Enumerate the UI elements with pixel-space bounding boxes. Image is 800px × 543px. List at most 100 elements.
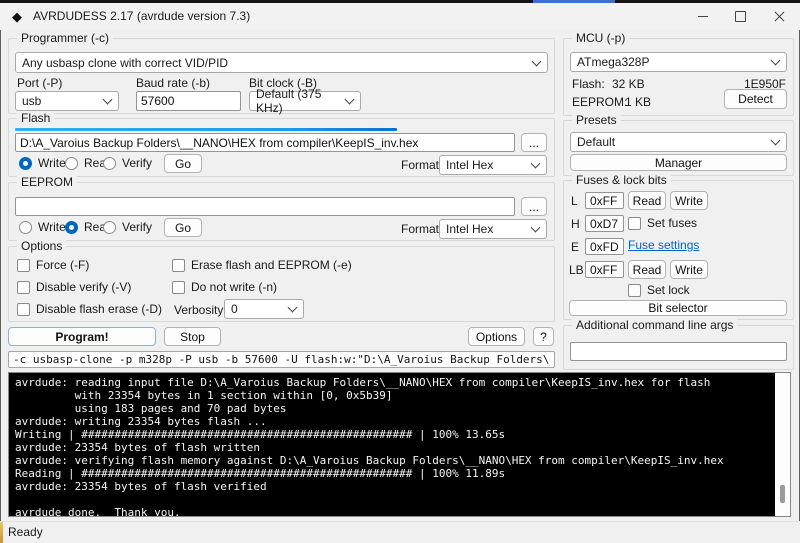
bit-clock-select[interactable]: Default (375 KHz)	[249, 87, 361, 115]
mcu-select[interactable]: ATmega328P	[570, 52, 787, 72]
lockbits-input[interactable]	[585, 261, 624, 278]
minimize-button[interactable]	[688, 3, 718, 30]
checkbox-icon[interactable]	[172, 280, 185, 294]
bit-selector-button[interactable]: Bit selector	[569, 300, 787, 316]
fuse-settings-link[interactable]: Fuse settings	[628, 238, 699, 252]
eeprom-browse-button[interactable]: ...	[521, 197, 547, 216]
eeprom-format-value: Intel Hex	[446, 222, 494, 236]
flash-format-select[interactable]: Intel Hex	[439, 155, 547, 175]
eeprom-format-select[interactable]: Intel Hex	[439, 219, 547, 239]
verbosity-select[interactable]: 0	[224, 299, 304, 319]
verbosity-value: 0	[231, 302, 238, 316]
detect-label: Detect	[738, 92, 773, 106]
erase-flash-eeprom-checkbox[interactable]: Erase flash and EEPROM (-e)	[172, 258, 352, 272]
help-label: ?	[540, 329, 547, 344]
radio-icon[interactable]	[19, 156, 32, 170]
radio-icon[interactable]	[19, 220, 32, 234]
title-bar[interactable]: ◆ AVRDUDESS 2.17 (avrdude version 7.3)	[0, 3, 800, 30]
flash-verify-label: Verify	[122, 156, 153, 170]
checkbox-icon[interactable]	[628, 283, 641, 297]
mcu-group-label: MCU (-p)	[572, 31, 630, 46]
command-line-input[interactable]	[8, 351, 555, 368]
minimize-icon	[698, 16, 708, 17]
set-fuses-checkbox[interactable]: Set fuses	[628, 216, 697, 230]
manager-button[interactable]: Manager	[570, 154, 787, 171]
fuses-read-button[interactable]: Read	[628, 191, 666, 210]
go-label: Go	[174, 220, 191, 235]
lock-read-button[interactable]: Read	[628, 260, 666, 279]
mcu-group: MCU (-p) ATmega328P Flash: 32 KB 1E950F …	[563, 31, 794, 116]
programmer-select-value: Any usbasp clone with correct VID/PID	[22, 55, 229, 70]
radio-icon[interactable]	[103, 220, 116, 234]
eeprom-group: EEPROM ... Write Read Verify Go Format I…	[8, 175, 555, 241]
flash-usage-bar	[15, 128, 397, 131]
mcu-flash-size: 32 KB	[612, 77, 645, 91]
eeprom-write-radio[interactable]: Write	[19, 220, 66, 234]
do-not-write-checkbox[interactable]: Do not write (-n)	[172, 280, 277, 294]
eeprom-write-label: Write	[38, 220, 66, 234]
manager-label: Manager	[654, 155, 703, 170]
verbosity-label: Verbosity	[174, 303, 224, 317]
force-checkbox[interactable]: Force (-F)	[17, 258, 89, 272]
options-button[interactable]: Options	[468, 327, 525, 346]
console-scrollbar[interactable]	[775, 373, 790, 516]
help-button[interactable]: ?	[533, 327, 554, 346]
checkbox-icon[interactable]	[172, 258, 185, 272]
disable-flash-erase-checkbox[interactable]: Disable flash erase (-D)	[17, 302, 162, 316]
eeprom-go-button[interactable]: Go	[164, 218, 202, 237]
status-bar: Ready	[0, 521, 800, 543]
flash-go-button[interactable]: Go	[164, 154, 202, 173]
browse-ellipsis: ...	[528, 199, 539, 214]
options-group: Options Force (-F) Disable verify (-V) D…	[8, 239, 555, 322]
preset-select-value: Default	[577, 135, 616, 149]
chevron-down-icon	[531, 56, 542, 66]
flash-browse-button[interactable]: ...	[521, 133, 547, 152]
checkbox-icon[interactable]	[17, 302, 30, 316]
radio-icon[interactable]	[103, 156, 116, 170]
flash-write-label: Write	[38, 156, 66, 170]
detect-button[interactable]: Detect	[724, 89, 787, 109]
maximize-button[interactable]	[725, 3, 755, 30]
preset-select[interactable]: Default	[570, 132, 787, 152]
disable-verify-checkbox[interactable]: Disable verify (-V)	[17, 280, 131, 294]
radio-icon[interactable]	[65, 220, 78, 234]
fuse-h-label: H	[571, 217, 580, 231]
port-select[interactable]: usb	[15, 91, 119, 111]
fuses-group: Fuses & lock bits L Read Write H Set fus…	[563, 173, 794, 320]
fuses-write-button[interactable]: Write	[670, 191, 708, 210]
eeprom-file-input[interactable]	[15, 197, 515, 216]
radio-icon[interactable]	[65, 156, 78, 170]
eeprom-format-label: Format	[401, 222, 440, 236]
eeprom-verify-radio[interactable]: Verify	[103, 220, 152, 234]
programmer-select[interactable]: Any usbasp clone with correct VID/PID	[15, 52, 548, 73]
mcu-select-value: ATmega328P	[577, 55, 650, 69]
flash-write-radio[interactable]: Write	[19, 156, 66, 170]
checkbox-icon[interactable]	[628, 216, 641, 230]
options-label: Options	[475, 329, 518, 344]
extra-args-input[interactable]	[570, 342, 787, 361]
lock-write-button[interactable]: Write	[670, 260, 708, 279]
mcu-eeprom-size: 1 KB	[625, 95, 652, 109]
set-lock-checkbox[interactable]: Set lock	[628, 283, 690, 297]
fuse-l-input[interactable]	[585, 192, 624, 209]
stop-button[interactable]: Stop	[164, 327, 221, 346]
console-scrollbar-thumb[interactable]	[780, 485, 785, 503]
flash-verify-radio[interactable]: Verify	[103, 156, 152, 170]
baud-rate-input[interactable]	[136, 91, 241, 111]
maximize-icon	[734, 11, 746, 22]
close-button[interactable]	[764, 3, 794, 30]
checkbox-icon[interactable]	[17, 280, 30, 294]
fuse-e-input[interactable]	[585, 238, 624, 255]
mcu-eeprom-label: EEPROM:	[572, 95, 628, 109]
fuse-h-input[interactable]	[585, 215, 624, 232]
close-icon	[774, 11, 785, 22]
chevron-down-icon	[344, 94, 355, 105]
program-button[interactable]: Program!	[8, 327, 156, 346]
checkbox-icon[interactable]	[17, 258, 30, 272]
presets-group: Presets Default Manager	[563, 113, 794, 176]
flash-format-value: Intel Hex	[446, 158, 494, 172]
flash-file-input[interactable]	[15, 133, 515, 152]
set-fuses-label: Set fuses	[647, 216, 698, 230]
erase-flash-eeprom-label: Erase flash and EEPROM (-e)	[191, 258, 352, 272]
options-group-label: Options	[17, 239, 67, 254]
